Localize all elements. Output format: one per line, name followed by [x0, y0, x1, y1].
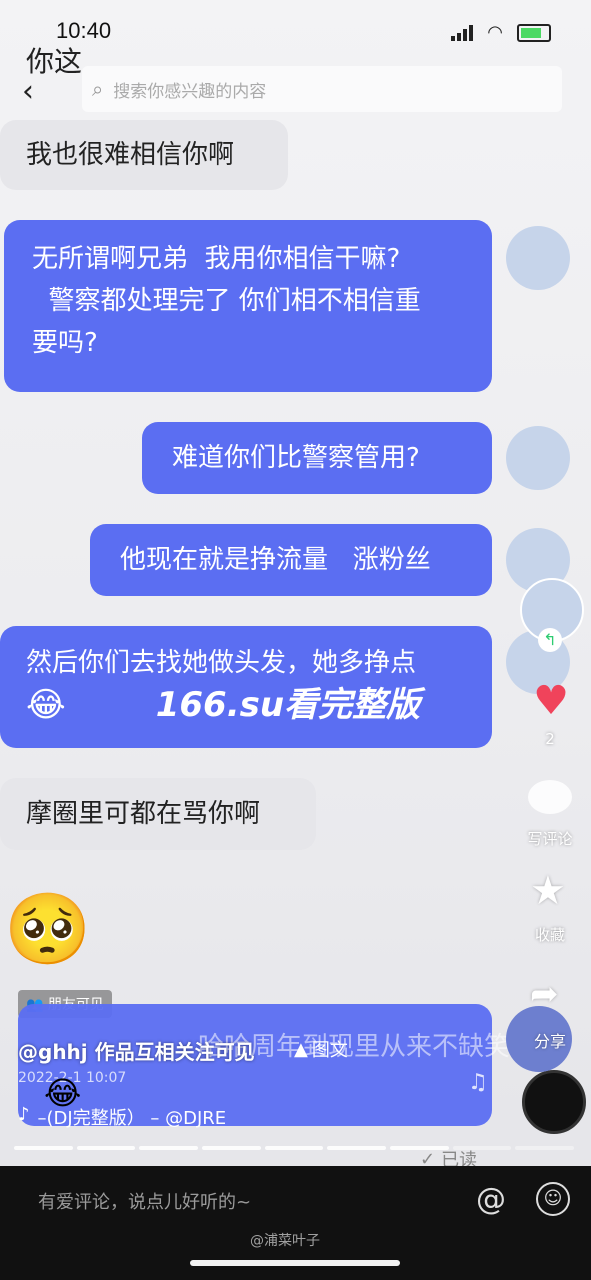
text-post-badge: ▲ 图文: [294, 1038, 348, 1062]
like-count: 2: [545, 730, 555, 748]
message-text: 他现在就是挣流量 涨粉丝: [120, 545, 431, 575]
wifi-icon: ◠: [487, 22, 503, 43]
weibo-watermark: @浦菜叶子: [250, 1233, 320, 1249]
message-bubble-sent: 他现在就是挣流量 涨粉丝: [90, 524, 492, 596]
watermark-text: 166.su看完整版: [155, 685, 421, 725]
favorite-label[interactable]: 收藏: [520, 924, 580, 945]
message-bubble-received: 我也很难相信你啊: [0, 120, 288, 190]
favorite-star-icon[interactable]: ★: [530, 868, 566, 914]
status-icons: ◠: [451, 22, 551, 43]
search-placeholder: 搜索你感兴趣的内容: [113, 81, 267, 102]
music-line[interactable]: ♪ –(DJ完整版） – @DJRE: [18, 1104, 226, 1130]
pleading-emoji-icon: 🥺: [4, 888, 92, 970]
battery-icon: [517, 23, 551, 42]
back-icon[interactable]: ‹: [22, 74, 34, 109]
message-text: 难道你们比警察管用?: [172, 443, 420, 473]
share-label[interactable]: 分享: [520, 1028, 580, 1052]
progress-segments: [14, 1146, 575, 1150]
message-text: 摩圈里可都在骂你啊: [26, 799, 261, 829]
message-bubble-received: 摩圈里可都在骂你啊: [0, 778, 316, 850]
chat-title: 你这: [26, 45, 83, 78]
message-text-line: 无所谓啊兄弟 我用你相信干嘛?: [32, 244, 401, 274]
message-bubble-sent: 难道你们比警察管用?: [142, 422, 492, 494]
signal-icon: [451, 24, 474, 41]
avatar[interactable]: [506, 226, 570, 290]
comment-input[interactable]: 有爱评论，说点儿好听的~: [38, 1188, 251, 1214]
image-icon: ▲: [294, 1038, 308, 1060]
music-note-icon: ♫: [468, 1070, 488, 1095]
message-text: 然后你们去找她做头发，她多挣点: [26, 648, 417, 678]
message-text-line: 警察都处理完了 你们相不相信重: [32, 286, 421, 316]
music-disc-icon[interactable]: [522, 1070, 586, 1134]
comment-icon[interactable]: [528, 780, 572, 814]
emoji-smile-icon[interactable]: ☺: [536, 1182, 570, 1216]
search-input[interactable]: ⌕ 搜索你感兴趣的内容: [82, 66, 562, 112]
message-bubble-sent: 无所谓啊兄弟 我用你相信干嘛? 警察都处理完了 你们相不相信重 要吗?: [4, 220, 492, 392]
tiktok-logo-icon: ♪: [18, 1104, 30, 1125]
follow-icon[interactable]: ↰: [538, 628, 562, 652]
author-line[interactable]: @ghhj 作品互相关注可见: [18, 1036, 255, 1065]
crying-laughing-emoji-icon: 😂: [26, 685, 66, 725]
mention-at-icon[interactable]: @: [476, 1182, 506, 1217]
comment-label[interactable]: 写评论: [520, 828, 580, 849]
search-icon: ⌕: [92, 77, 104, 101]
message-bubble-sent: 然后你们去找她做头发，她多挣点 😂 166.su看完整版: [0, 626, 492, 748]
message-text: 我也很难相信你啊: [26, 140, 235, 170]
like-heart-icon[interactable]: ♥: [533, 678, 569, 724]
home-indicator: [190, 1260, 400, 1266]
avatar[interactable]: [506, 426, 570, 490]
message-text-line: 要吗?: [32, 328, 98, 358]
